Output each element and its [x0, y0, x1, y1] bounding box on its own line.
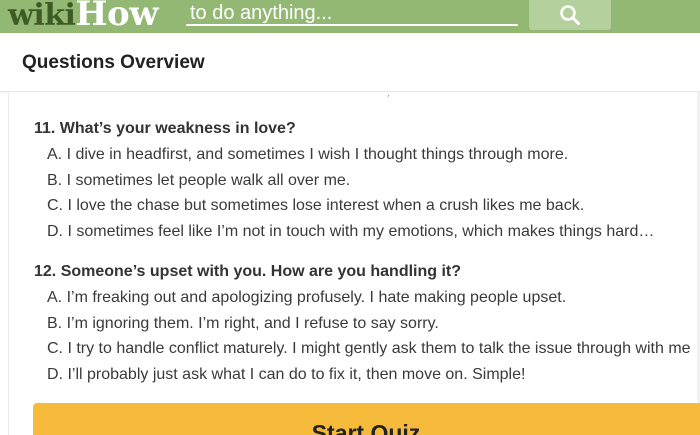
answer-option-b: B. I sometimes let people walk all over … [47, 171, 351, 189]
question-text: 12. Someone’s upset with you. How are yo… [34, 263, 462, 280]
search-button[interactable] [529, 0, 611, 30]
answer-option-a: A. I dive in headfirst, and sometimes I … [47, 146, 569, 163]
start-quiz-label: Start Quiz [311, 420, 421, 435]
overview-title: Questions Overview [22, 52, 205, 73]
answer-options: A. I dive in headfirst, and sometimes I … [34, 145, 654, 242]
magnifier-icon [560, 5, 580, 25]
answer-option-d: D. I’ll probably just ask what I can do … [47, 365, 526, 383]
answer-option-d: D. I sometimes feel like I’m not in touc… [47, 222, 655, 240]
answer-option-a: A. I’m freaking out and apologizing prof… [47, 289, 567, 306]
questions-overview-bar: Questions Overview [0, 33, 700, 92]
question-12: 12. Someone’s upset with you. How are yo… [34, 262, 691, 385]
start-quiz-button[interactable]: Start Quiz [33, 403, 700, 435]
question-text: 11. What’s your weakness in love? [34, 120, 296, 137]
search-input[interactable] [186, 2, 518, 26]
answer-option-b: B. I’m ignoring them. I’m right, and I r… [47, 314, 439, 332]
page: wikiHow Questions Overview , 11. What’s … [0, 0, 700, 435]
answer-option-c: C. I try to handle conflict maturely. I … [47, 340, 691, 357]
answer-option-c: C. I love the chase but sometimes lose i… [47, 197, 585, 214]
question-11: 11. What’s your weakness in love? A. I d… [34, 119, 654, 242]
wikihow-logo[interactable]: wiki How [8, 0, 158, 34]
site-header: wiki How [0, 0, 700, 33]
quiz-questions-panel: , 11. What’s your weakness in love? A. I… [8, 88, 700, 435]
logo-how-text: How [75, 0, 158, 34]
answer-options: A. I’m freaking out and apologizing prof… [34, 288, 691, 385]
logo-wiki-text: wiki [8, 0, 76, 33]
scroll-remnant-mark: , [387, 88, 390, 99]
